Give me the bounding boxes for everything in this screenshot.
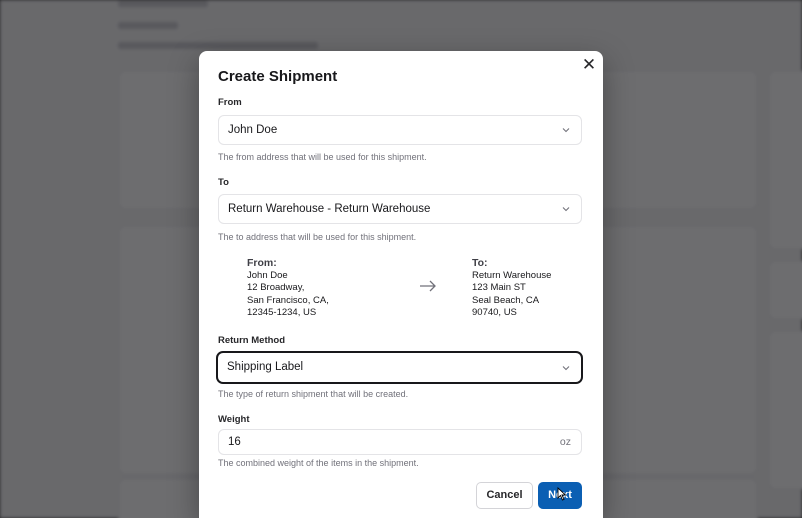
weight-unit: oz: [559, 436, 571, 448]
from-address-line: San Francisco, CA,: [247, 294, 329, 306]
from-address-line: John Doe: [247, 269, 288, 281]
dialog-title: Create Shipment: [218, 68, 338, 85]
to-select-value: Return Warehouse - Return Warehouse: [228, 203, 431, 215]
return-method-value: Shipping Label: [227, 361, 304, 373]
from-select-value: John Doe: [228, 124, 278, 136]
from-help-text: The from address that will be used for t…: [218, 152, 427, 162]
mouse-pointer-icon: [557, 487, 567, 501]
return-method-help-text: The type of return shipment that will be…: [218, 389, 409, 399]
chevron-down-icon: [562, 207, 570, 212]
weight-help-text: The combined weight of the items in the …: [218, 458, 419, 468]
from-select[interactable]: John Doe: [218, 115, 582, 145]
from-address-line: 12 Broadway,: [247, 282, 305, 293]
chevron-down-icon: [562, 128, 570, 133]
create-shipment-dialog: Create Shipment ✕ From John Doe The from…: [199, 51, 603, 518]
arrow-right-icon: [420, 280, 436, 292]
from-address-summary: From: John Doe 12 Broadway, San Francisc…: [247, 257, 329, 320]
return-method-select[interactable]: Shipping Label: [216, 351, 583, 384]
weight-value: 16: [228, 436, 241, 448]
to-label: To: [218, 177, 229, 188]
weight-input[interactable]: 16 oz: [218, 429, 582, 455]
return-method-label: Return Method: [218, 335, 286, 346]
to-address-line: Seal Beach, CA: [472, 294, 540, 306]
to-select[interactable]: Return Warehouse - Return Warehouse: [218, 194, 582, 224]
to-address-line: 90740, US: [472, 307, 517, 318]
weight-label: Weight: [218, 414, 250, 425]
close-icon[interactable]: ✕: [579, 55, 599, 75]
to-address-line: 123 Main ST: [472, 282, 526, 293]
from-address-heading: From:: [247, 257, 277, 269]
to-address-heading: To:: [472, 257, 488, 269]
to-help-text: The to address that will be used for thi…: [218, 232, 417, 242]
chevron-down-icon: [562, 366, 570, 371]
to-address-summary: To: Return Warehouse 123 Main ST Seal Be…: [472, 257, 551, 320]
to-address-line: Return Warehouse: [472, 269, 552, 281]
from-label: From: [218, 97, 242, 108]
cancel-button[interactable]: Cancel: [476, 482, 533, 509]
from-address-line: 12345-1234, US: [247, 307, 317, 318]
